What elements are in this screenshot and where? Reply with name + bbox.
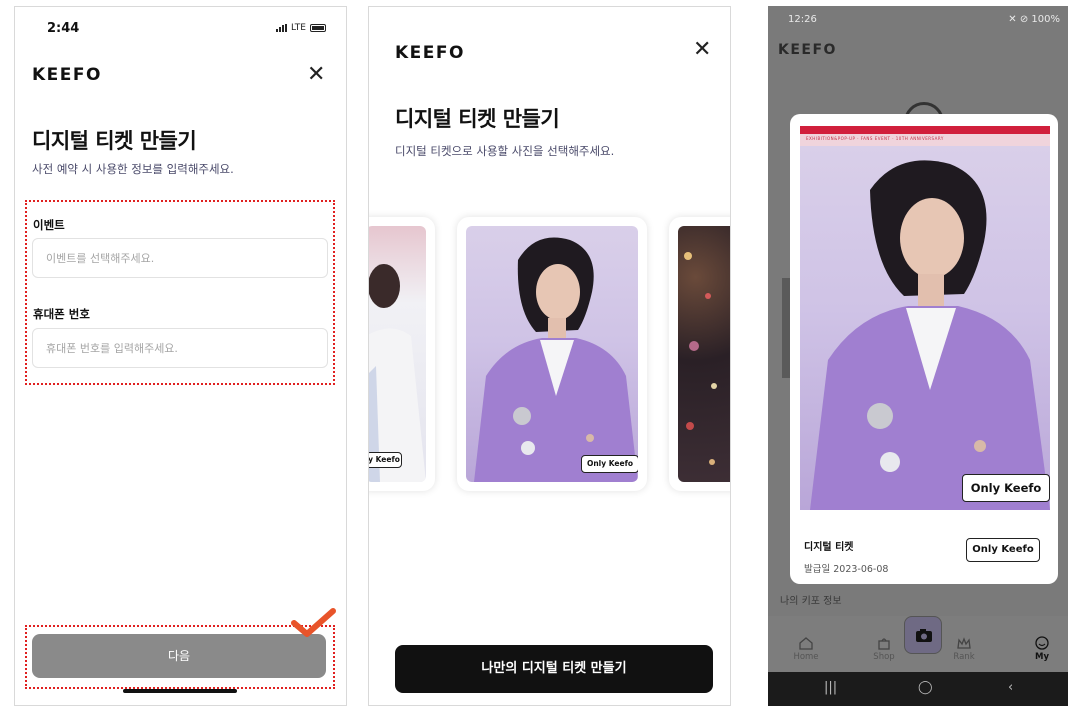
- person-photo-image: [474, 237, 638, 482]
- ticket-issue-date: 발급일 2023-06-08: [804, 564, 889, 575]
- status-bar: 12:26 ✕ ⊘ 100%: [768, 6, 1068, 32]
- photo-card-prev[interactable]: y Keefo: [369, 217, 435, 491]
- page-subtitle: 디지털 티켓으로 사용할 사진을 선택해주세요.: [395, 144, 615, 158]
- brand-logo: KEEFO: [395, 43, 465, 63]
- nav-my[interactable]: My: [1022, 636, 1062, 662]
- network-label: LTE: [291, 23, 306, 33]
- home-icon: [799, 637, 813, 650]
- photo-card-selected[interactable]: Only Keefo: [457, 217, 647, 491]
- nav-home[interactable]: Home: [786, 636, 826, 662]
- background-card-edge: [782, 278, 790, 378]
- close-icon[interactable]: ✕: [307, 64, 325, 86]
- event-select-input[interactable]: 이벤트를 선택해주세요.: [32, 238, 328, 278]
- nav-shop[interactable]: Shop: [864, 636, 904, 662]
- home-indicator: [123, 689, 237, 693]
- battery-level: 100%: [1031, 14, 1060, 25]
- nav-home-label: Home: [793, 652, 819, 662]
- create-ticket-button[interactable]: 나만의 디지털 티켓 만들기: [395, 645, 713, 693]
- only-keefo-badge: Only Keefo: [962, 474, 1050, 502]
- nav-rank-label: Rank: [953, 652, 975, 662]
- ticket-modal: EXHIBITION&POP-UP · FANS EVENT · 10TH AN…: [790, 114, 1058, 584]
- brand-name: KEEFO: [778, 42, 837, 58]
- checkmark-icon: [291, 608, 336, 637]
- camera-button[interactable]: [904, 616, 942, 654]
- camera-icon: [916, 629, 932, 642]
- brand-logo: KEEFO: [32, 65, 102, 85]
- photo-card-next[interactable]: [669, 217, 730, 491]
- brand-logo: KEEFO: [778, 42, 837, 58]
- close-icon[interactable]: ✕: [693, 39, 711, 61]
- photo-selected: Only Keefo: [466, 226, 638, 482]
- status-bar: 2:44 LTE: [15, 7, 346, 37]
- signal-icon: [276, 24, 288, 32]
- status-time: 2:44: [47, 21, 80, 36]
- android-nav-bar: ||| ◯ ‹: [768, 672, 1068, 706]
- my-info-menu-item[interactable]: 나의 키포 정보: [780, 592, 842, 607]
- phone-number-input[interactable]: 휴대폰 번호를 입력해주세요.: [32, 328, 328, 368]
- phone-screen-2: KEEFO ✕ 디지털 티켓 만들기 디지털 티켓으로 사용할 사진을 선택해주…: [368, 6, 731, 706]
- only-keefo-badge: Only Keefo: [581, 455, 638, 473]
- person-photo-image: [369, 264, 426, 482]
- nav-rank[interactable]: Rank: [944, 636, 984, 662]
- ticket-header-strip: EXHIBITION&POP-UP · FANS EVENT · 10TH AN…: [800, 126, 1050, 146]
- page-title: 디지털 티켓 만들기: [395, 107, 560, 131]
- smile-icon: [1035, 636, 1049, 650]
- ticket-strip-text: EXHIBITION&POP-UP · FANS EVENT · 10TH AN…: [806, 136, 944, 141]
- brand-name: KEEFO: [395, 43, 465, 63]
- bokeh-photo-image: [684, 252, 717, 465]
- back-icon[interactable]: ‹: [1008, 680, 1013, 695]
- ticket-photo: Only Keefo: [800, 146, 1050, 510]
- brand-name: KEEFO: [32, 65, 102, 85]
- nav-shop-label: Shop: [873, 652, 895, 662]
- person-photo-image: [810, 160, 1050, 510]
- shopping-bag-icon: [878, 638, 890, 650]
- status-time: 12:26: [788, 14, 817, 25]
- phone-screen-1: 2:44 LTE KEEFO ✕ 디지털 티켓 만들기 사전 예약 시 사용한 …: [14, 6, 347, 706]
- battery-icon: [310, 24, 326, 32]
- next-button[interactable]: 다음: [32, 634, 326, 678]
- photo-prev: y Keefo: [369, 226, 426, 482]
- bottom-navigation: Home Shop Rank My: [768, 616, 1068, 672]
- photo-next: [678, 226, 730, 482]
- home-circle-icon[interactable]: ◯: [918, 680, 933, 695]
- phone-label: 휴대폰 번호: [33, 307, 90, 321]
- status-indicators: ✕ ⊘ 100%: [1008, 14, 1060, 25]
- crown-icon: [957, 637, 971, 649]
- status-indicators: LTE: [276, 23, 326, 33]
- only-keefo-badge: y Keefo: [369, 452, 402, 468]
- page-subtitle: 사전 예약 시 사용한 정보를 입력해주세요.: [32, 162, 234, 176]
- ticket-name: 디지털 티켓: [804, 542, 854, 553]
- event-label: 이벤트: [33, 218, 65, 232]
- recent-apps-icon[interactable]: |||: [824, 680, 837, 695]
- phone-screen-3: 12:26 ✕ ⊘ 100% KEEFO EXHIBITION&POP-UP ·…: [768, 6, 1068, 706]
- nav-my-label: My: [1035, 652, 1049, 662]
- page-title: 디지털 티켓 만들기: [32, 129, 197, 153]
- ticket-badge: Only Keefo: [966, 538, 1040, 562]
